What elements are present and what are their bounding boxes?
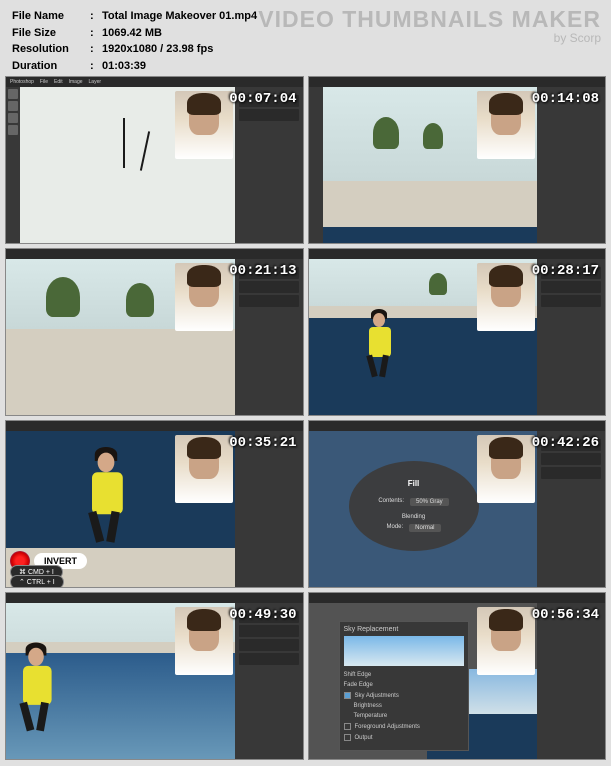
- timestamp: 00:49:30: [229, 607, 296, 623]
- thumbnail-4: 00:28:17: [308, 248, 607, 416]
- photoshop-menubar: [6, 249, 303, 259]
- photoshop-menubar: [309, 421, 606, 431]
- timestamp: 00:14:08: [532, 91, 599, 107]
- timestamp: 00:35:21: [229, 435, 296, 451]
- presenter-overlay: [175, 91, 233, 159]
- presenter-overlay: [477, 91, 535, 159]
- watermark: VIDEO THUMBNAILS MAKER by Scorp: [258, 6, 601, 45]
- filesize-value: 1069.42 MB: [102, 25, 162, 42]
- photoshop-toolbar: [309, 87, 323, 243]
- photoshop-menubar: [309, 77, 606, 87]
- thumbnail-2: 00:14:08: [308, 76, 607, 244]
- photoshop-menubar: [309, 249, 606, 259]
- photoshop-panels: [537, 87, 605, 243]
- thumbnail-1: Photoshop File Edit Image Layer 00:07:04: [5, 76, 304, 244]
- timestamp: 00:42:26: [532, 435, 599, 451]
- timestamp: 00:28:17: [532, 263, 599, 279]
- photoshop-toolbar: [6, 87, 20, 243]
- win-shortcut: ⌃ CTRL + I: [10, 575, 64, 587]
- presenter-overlay: [175, 263, 233, 331]
- fill-mode-label: Mode:: [386, 524, 403, 532]
- fill-mode-dropdown[interactable]: Normal: [409, 524, 440, 532]
- thumbnail-7: 00:49:30: [5, 592, 304, 760]
- photoshop-panels: [235, 603, 303, 759]
- checkbox-icon[interactable]: [344, 692, 351, 699]
- thumbnail-3: 00:21:13: [5, 248, 304, 416]
- watermark-title: VIDEO THUMBNAILS MAKER: [258, 6, 601, 33]
- checkbox-icon[interactable]: [344, 734, 351, 741]
- fill-blending-label: Blending: [402, 514, 425, 520]
- sky-preview: [344, 636, 464, 666]
- photoshop-panels: [537, 259, 605, 415]
- photoshop-panels: [235, 431, 303, 587]
- photoshop-menubar: Photoshop File Edit Image Layer: [6, 77, 303, 87]
- resolution-label: Resolution: [12, 41, 90, 58]
- photoshop-panels: [235, 259, 303, 415]
- sky-dialog-title: Sky Replacement: [344, 626, 464, 633]
- duration-value: 01:03:39: [102, 58, 146, 75]
- timestamp: 00:56:34: [532, 607, 599, 623]
- thumbnail-5: INVERT ⌘ CMD + I ⌃ CTRL + I 00:35:21: [5, 420, 304, 588]
- filesize-label: File Size: [12, 25, 90, 42]
- duration-label: Duration: [12, 58, 90, 75]
- fill-contents-dropdown[interactable]: 50% Gray: [410, 498, 449, 506]
- filename-value: Total Image Makeover 01.mp4: [102, 8, 257, 25]
- watermark-subtitle: by Scorp: [258, 31, 601, 45]
- fill-dialog: Fill Contents: 50% Gray Blending Mode: N…: [349, 461, 479, 551]
- checkbox-icon[interactable]: [344, 723, 351, 730]
- thumbnail-8: Sky Replacement Shift Edge Fade Edge Sky…: [308, 592, 607, 760]
- presenter-overlay: [477, 263, 535, 331]
- resolution-value: 1920x1080 / 23.98 fps: [102, 41, 213, 58]
- photoshop-menubar: [309, 593, 606, 603]
- timestamp: 00:07:04: [229, 91, 296, 107]
- photoshop-panels: [537, 431, 605, 587]
- photoshop-panels: [235, 87, 303, 243]
- sky-replacement-dialog: Sky Replacement Shift Edge Fade Edge Sky…: [339, 621, 469, 751]
- presenter-overlay: [477, 607, 535, 675]
- fill-dialog-title: Fill: [408, 479, 420, 488]
- presenter-overlay: [175, 435, 233, 503]
- thumbnail-6: Fill Contents: 50% Gray Blending Mode: N…: [308, 420, 607, 588]
- photoshop-panels: [537, 603, 605, 759]
- timestamp: 00:21:13: [229, 263, 296, 279]
- fill-contents-label: Contents:: [378, 498, 404, 506]
- thumbnail-grid: Photoshop File Edit Image Layer 00:07:04: [5, 76, 606, 760]
- presenter-overlay: [477, 435, 535, 503]
- presenter-overlay: [175, 607, 233, 675]
- photoshop-menubar: [6, 421, 303, 431]
- photoshop-menubar: [6, 593, 303, 603]
- file-metadata: File Name : Total Image Makeover 01.mp4 …: [12, 8, 257, 74]
- filename-label: File Name: [12, 8, 90, 25]
